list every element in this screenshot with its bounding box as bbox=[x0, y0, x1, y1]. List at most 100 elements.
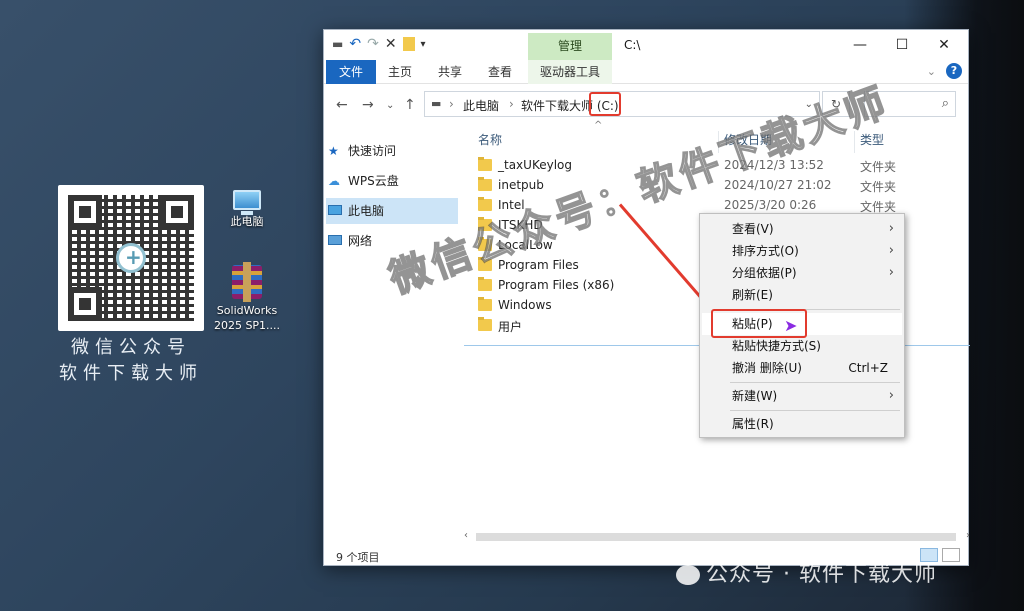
horizontal-scrollbar[interactable]: ‹ › bbox=[464, 530, 970, 544]
menu-separator bbox=[730, 382, 900, 383]
folder-icon bbox=[478, 277, 492, 291]
menu-item-label: 分组依据(P) bbox=[732, 266, 797, 280]
tab-manage[interactable]: 管理 bbox=[528, 33, 612, 60]
desktop-icon-label: 此电脑 bbox=[230, 215, 264, 228]
folder-properties-icon[interactable] bbox=[402, 37, 415, 51]
qr-pattern bbox=[68, 195, 194, 321]
tab-share[interactable]: 共享 bbox=[430, 60, 470, 84]
folder-icon bbox=[478, 157, 492, 171]
breadcrumb-this-pc[interactable]: 此电脑 bbox=[463, 97, 499, 114]
file-name: inetpub bbox=[498, 178, 544, 192]
menu-item-new[interactable]: 新建(W) › bbox=[702, 385, 902, 407]
nav-item-label: 快速访问 bbox=[348, 144, 397, 158]
menu-item-properties[interactable]: 属性(R) bbox=[702, 413, 902, 435]
qr-finder-bottom-left bbox=[68, 287, 102, 321]
tab-home[interactable]: 主页 bbox=[380, 60, 420, 84]
column-header-name[interactable]: 名称 bbox=[478, 131, 502, 148]
wechat-icon bbox=[676, 565, 700, 585]
ribbon-right-controls: ⌄ ? bbox=[927, 63, 962, 79]
desktop-icon-this-pc[interactable]: 此电脑 bbox=[211, 190, 283, 229]
submenu-arrow-icon: › bbox=[888, 243, 894, 258]
up-arrow-icon[interactable]: ↑ bbox=[404, 97, 416, 113]
submenu-arrow-icon: › bbox=[888, 388, 894, 403]
file-date: 2025/3/20 0:26 bbox=[724, 198, 817, 212]
qr-logo-icon bbox=[116, 243, 146, 273]
file-name: Program Files (x86) bbox=[498, 278, 615, 292]
corner-watermark: 公众号 · 软件下载大师 bbox=[676, 556, 937, 588]
file-type: 文件夹 bbox=[860, 180, 897, 194]
menu-item-shortcut: Ctrl+Z bbox=[848, 361, 888, 375]
nav-item-label: 网络 bbox=[348, 234, 373, 248]
expand-ribbon-chevron-icon[interactable]: ⌄ bbox=[927, 65, 936, 78]
desktop-icon-solidworks-archive[interactable]: SolidWorks 2025 SP1.... bbox=[211, 262, 283, 333]
menu-item-refresh[interactable]: 刷新(E) bbox=[702, 284, 902, 306]
annotation-highlight-box bbox=[589, 92, 621, 116]
navigation-pane: ★ 快速访问 ☁ WPS云盘 此电脑 网络 bbox=[324, 128, 458, 538]
minimize-button[interactable]: — bbox=[840, 34, 880, 56]
tab-drive-tools[interactable]: 驱动器工具 bbox=[528, 60, 612, 84]
corner-watermark-text: 公众号 · 软件下载大师 bbox=[706, 562, 937, 587]
nav-item-this-pc[interactable]: 此电脑 bbox=[326, 198, 458, 224]
file-name: _taxUKeylog bbox=[498, 158, 572, 172]
qr-caption-line2: 软件下载大师 bbox=[59, 363, 203, 384]
menu-item-label: 粘贴快捷方式(S) bbox=[732, 339, 821, 353]
window-title: C:\ bbox=[624, 38, 641, 52]
breadcrumb-separator-icon: › bbox=[449, 97, 454, 111]
breadcrumb-separator-icon: › bbox=[509, 97, 514, 111]
delete-icon[interactable]: ✕ bbox=[385, 36, 397, 52]
winrar-archive-icon bbox=[232, 262, 262, 302]
forward-arrow-icon[interactable]: → bbox=[362, 97, 374, 113]
sort-ascending-icon: ^ bbox=[594, 120, 603, 131]
back-arrow-icon[interactable]: ← bbox=[336, 97, 348, 113]
menu-item-label: 新建(W) bbox=[732, 389, 778, 403]
recent-locations-chevron-icon[interactable]: ⌄ bbox=[386, 100, 394, 111]
undo-icon[interactable]: ↶ bbox=[349, 36, 361, 52]
close-button[interactable]: ✕ bbox=[924, 34, 964, 56]
customize-qat-chevron-icon[interactable]: ▾ bbox=[421, 39, 426, 50]
qr-finder-top-left bbox=[68, 195, 102, 229]
scrollbar-thumb[interactable] bbox=[476, 533, 956, 541]
menu-item-label: 排序方式(O) bbox=[732, 244, 799, 258]
submenu-arrow-icon: › bbox=[888, 221, 894, 236]
redo-icon[interactable]: ↷ bbox=[367, 36, 379, 52]
drive-icon: ▬ bbox=[332, 37, 344, 51]
nav-item-quick-access[interactable]: ★ 快速访问 bbox=[326, 138, 458, 164]
qr-caption: 微信公众号 软件下载大师 bbox=[50, 335, 212, 387]
folder-icon bbox=[478, 177, 492, 191]
maximize-button[interactable]: ☐ bbox=[882, 34, 922, 56]
folder-icon bbox=[478, 297, 492, 311]
quick-access-toolbar: ▬ ↶ ↷ ✕ ▾ bbox=[332, 36, 426, 52]
help-icon[interactable]: ? bbox=[946, 63, 962, 79]
menu-item-view[interactable]: 查看(V) › bbox=[702, 218, 902, 240]
tab-view[interactable]: 查看 bbox=[480, 60, 520, 84]
qr-code-image bbox=[58, 185, 204, 331]
menu-item-paste-shortcut[interactable]: 粘贴快捷方式(S) bbox=[702, 335, 902, 357]
submenu-arrow-icon: › bbox=[888, 265, 894, 280]
file-type: 文件夹 bbox=[860, 160, 897, 174]
star-icon: ★ bbox=[328, 144, 339, 158]
computer-icon bbox=[328, 205, 342, 215]
cloud-icon: ☁ bbox=[328, 174, 340, 188]
nav-item-wps-cloud[interactable]: ☁ WPS云盘 bbox=[326, 168, 458, 194]
title-bar: ▬ ↶ ↷ ✕ ▾ 管理 C:\ — ☐ ✕ bbox=[324, 30, 968, 60]
menu-item-label: 属性(R) bbox=[732, 417, 774, 431]
desktop-icon-label: SolidWorks 2025 SP1.... bbox=[213, 304, 281, 332]
menu-item-undo-delete[interactable]: 撤消 删除(U) Ctrl+Z bbox=[702, 357, 902, 379]
tab-file[interactable]: 文件 bbox=[326, 60, 376, 84]
qr-finder-top-right bbox=[160, 195, 194, 229]
drive-icon: ▬ bbox=[431, 97, 442, 110]
item-count: 9 个项目 bbox=[336, 551, 380, 564]
computer-icon bbox=[233, 190, 261, 215]
context-menu: 查看(V) › 排序方式(O) › 分组依据(P) › 刷新(E) 粘贴(P) ➤ 粘贴… bbox=[699, 213, 905, 438]
search-icon: ⌕ bbox=[941, 96, 949, 111]
menu-separator bbox=[730, 410, 900, 411]
menu-item-group-by[interactable]: 分组依据(P) › bbox=[702, 262, 902, 284]
scroll-right-icon[interactable]: › bbox=[966, 530, 970, 541]
nav-item-label: 此电脑 bbox=[348, 204, 385, 218]
menu-item-label: 撤消 删除(U) bbox=[732, 361, 802, 375]
file-name: Windows bbox=[498, 298, 552, 312]
large-icons-view-icon[interactable] bbox=[942, 548, 960, 562]
scroll-left-icon[interactable]: ‹ bbox=[464, 530, 468, 541]
menu-item-sort-by[interactable]: 排序方式(O) › bbox=[702, 240, 902, 262]
folder-icon bbox=[478, 317, 492, 331]
